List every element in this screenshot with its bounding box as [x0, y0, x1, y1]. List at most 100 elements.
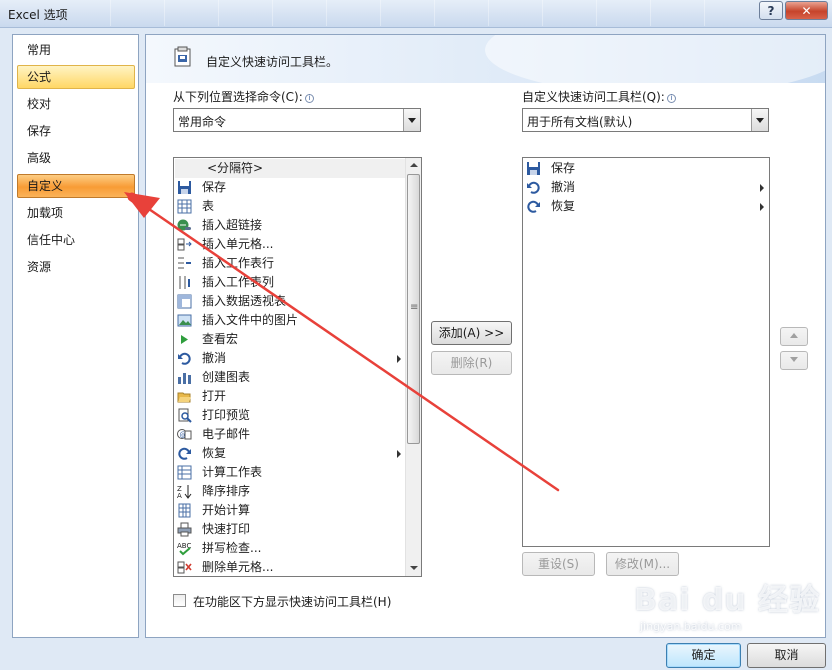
- nav-item-save[interactable]: 保存: [17, 119, 135, 143]
- title-bar: Excel 选项 ? ✕: [0, 0, 832, 28]
- save-icon: [527, 162, 540, 175]
- insert-column-icon: [179, 276, 190, 289]
- title-bar-background: [110, 0, 750, 26]
- nav-item-formulas[interactable]: 公式: [17, 65, 135, 89]
- ok-button[interactable]: 确定: [666, 643, 741, 668]
- show-below-ribbon-label: 在功能区下方显示快速访问工具栏(H): [193, 595, 392, 609]
- insert-row-icon: [178, 257, 191, 269]
- close-button[interactable]: ✕: [785, 1, 828, 20]
- list-item[interactable]: 插入单元格...: [175, 235, 405, 254]
- list-item[interactable]: 表: [175, 197, 405, 216]
- chevron-down-icon[interactable]: [751, 109, 768, 131]
- scroll-down-icon[interactable]: [406, 560, 421, 576]
- pivot-table-icon: [177, 294, 192, 309]
- options-nav: 常用 公式 校对 保存 高级 自定义 加载项 信任中心 资源: [12, 34, 139, 638]
- nav-item-trust-center[interactable]: 信任中心: [17, 228, 135, 252]
- info-icon: i: [666, 94, 676, 103]
- header-band: 自定义快速访问工具栏。: [146, 35, 825, 95]
- list-item[interactable]: 计算工作表: [175, 463, 405, 482]
- nav-item-proofing[interactable]: 校对: [17, 92, 135, 116]
- list-item[interactable]: 撤消: [524, 178, 768, 197]
- email-icon: @: [177, 429, 192, 440]
- show-below-ribbon-checkbox[interactable]: [173, 594, 186, 607]
- cancel-button[interactable]: 取消: [747, 643, 826, 668]
- nav-item-customize[interactable]: 自定义: [17, 174, 135, 198]
- header-title: 自定义快速访问工具栏。: [206, 55, 339, 69]
- list-item[interactable]: 开始计算: [175, 501, 405, 520]
- submenu-arrow-icon: [397, 450, 401, 458]
- remove-button[interactable]: 删除(R): [431, 351, 512, 375]
- submenu-arrow-icon: [397, 355, 401, 363]
- arrow-down-icon: [790, 357, 798, 362]
- add-button[interactable]: 添加(A) >>: [431, 321, 512, 345]
- baidu-watermark-url: jingyan.baidu.com: [640, 620, 742, 633]
- undo-icon: [527, 181, 540, 194]
- modify-button[interactable]: 修改(M)...: [606, 552, 679, 576]
- nav-item-advanced[interactable]: 高级: [17, 146, 135, 170]
- insert-cells-icon: [177, 238, 192, 251]
- list-item[interactable]: 恢复: [175, 444, 405, 463]
- list-item[interactable]: 打印预览: [175, 406, 405, 425]
- save-icon: [178, 181, 191, 194]
- delete-cells-icon: [177, 561, 192, 574]
- reset-button[interactable]: 重设(S): [522, 552, 595, 576]
- list-item[interactable]: ZA 降序排序: [175, 482, 405, 501]
- list-item[interactable]: 创建图表: [175, 368, 405, 387]
- submenu-arrow-icon: [760, 203, 764, 211]
- list-item[interactable]: 插入文件中的图片: [175, 311, 405, 330]
- quick-access-toolbar-icon: [174, 46, 191, 67]
- hyperlink-icon: [177, 219, 191, 231]
- move-up-button[interactable]: [780, 327, 808, 346]
- available-commands-scrollbar[interactable]: [405, 158, 421, 576]
- scroll-up-icon[interactable]: [406, 158, 421, 174]
- list-item[interactable]: 查看宏: [175, 330, 405, 349]
- list-item[interactable]: 快速打印: [175, 520, 405, 539]
- arrow-up-icon: [790, 333, 798, 338]
- print-preview-icon: [178, 408, 192, 423]
- svg-text:A: A: [177, 492, 182, 499]
- undo-icon: [178, 352, 191, 365]
- nav-item-common[interactable]: 常用: [17, 38, 135, 62]
- redo-icon: [527, 200, 540, 213]
- list-item[interactable]: 撤消: [175, 349, 405, 368]
- list-item[interactable]: 插入工作表行: [175, 254, 405, 273]
- customize-toolbar-label: 自定义快速访问工具栏(Q): i: [522, 88, 676, 105]
- list-item[interactable]: ABC 拼写检查...: [175, 539, 405, 558]
- list-item[interactable]: 恢复: [524, 197, 768, 216]
- list-item[interactable]: 保存: [524, 159, 768, 178]
- move-down-button[interactable]: [780, 351, 808, 370]
- list-item[interactable]: 删除单元格...: [175, 558, 405, 576]
- available-commands-list[interactable]: <分隔符> 保存 表 插入超链接 插入单元格... 插入工作表行 插入工作表列: [173, 157, 422, 577]
- content-panel: 自定义快速访问工具栏。 从下列位置选择命令(C): i 常用命令 自定义快速访问工…: [145, 34, 826, 638]
- customize-toolbar-value: 用于所有文档(默认): [527, 115, 633, 129]
- toolbar-commands-list[interactable]: 保存 撤消 恢复: [522, 157, 770, 547]
- quick-print-icon: [177, 522, 192, 537]
- choose-commands-label: 从下列位置选择命令(C): i: [173, 88, 314, 105]
- customize-toolbar-dropdown[interactable]: 用于所有文档(默认): [522, 108, 769, 132]
- list-item[interactable]: 保存: [175, 178, 405, 197]
- scroll-thumb[interactable]: [407, 174, 420, 444]
- choose-commands-dropdown[interactable]: 常用命令: [173, 108, 421, 132]
- list-item[interactable]: 打开: [175, 387, 405, 406]
- table-icon: [177, 199, 192, 214]
- info-icon: i: [304, 94, 314, 103]
- nav-item-addins[interactable]: 加载项: [17, 201, 135, 225]
- choose-commands-value: 常用命令: [178, 115, 227, 129]
- redo-icon: [178, 447, 191, 460]
- sort-descending-icon: ZA: [177, 485, 192, 499]
- calculate-icon: [178, 503, 191, 518]
- chevron-down-icon[interactable]: [403, 109, 420, 131]
- list-item[interactable]: @ 电子邮件: [175, 425, 405, 444]
- list-item[interactable]: <分隔符>: [175, 159, 405, 178]
- list-item[interactable]: 插入超链接: [175, 216, 405, 235]
- window-title: Excel 选项: [8, 8, 68, 22]
- spelling-icon: ABC: [177, 542, 191, 556]
- open-folder-icon: [177, 392, 191, 403]
- picture-icon: [177, 314, 192, 327]
- help-button[interactable]: ?: [759, 1, 783, 20]
- list-item[interactable]: 插入工作表列: [175, 273, 405, 292]
- list-item[interactable]: 插入数据透视表: [175, 292, 405, 311]
- nav-item-resources[interactable]: 资源: [17, 255, 135, 279]
- submenu-arrow-icon: [760, 184, 764, 192]
- baidu-watermark: Bai du 经验: [634, 583, 821, 618]
